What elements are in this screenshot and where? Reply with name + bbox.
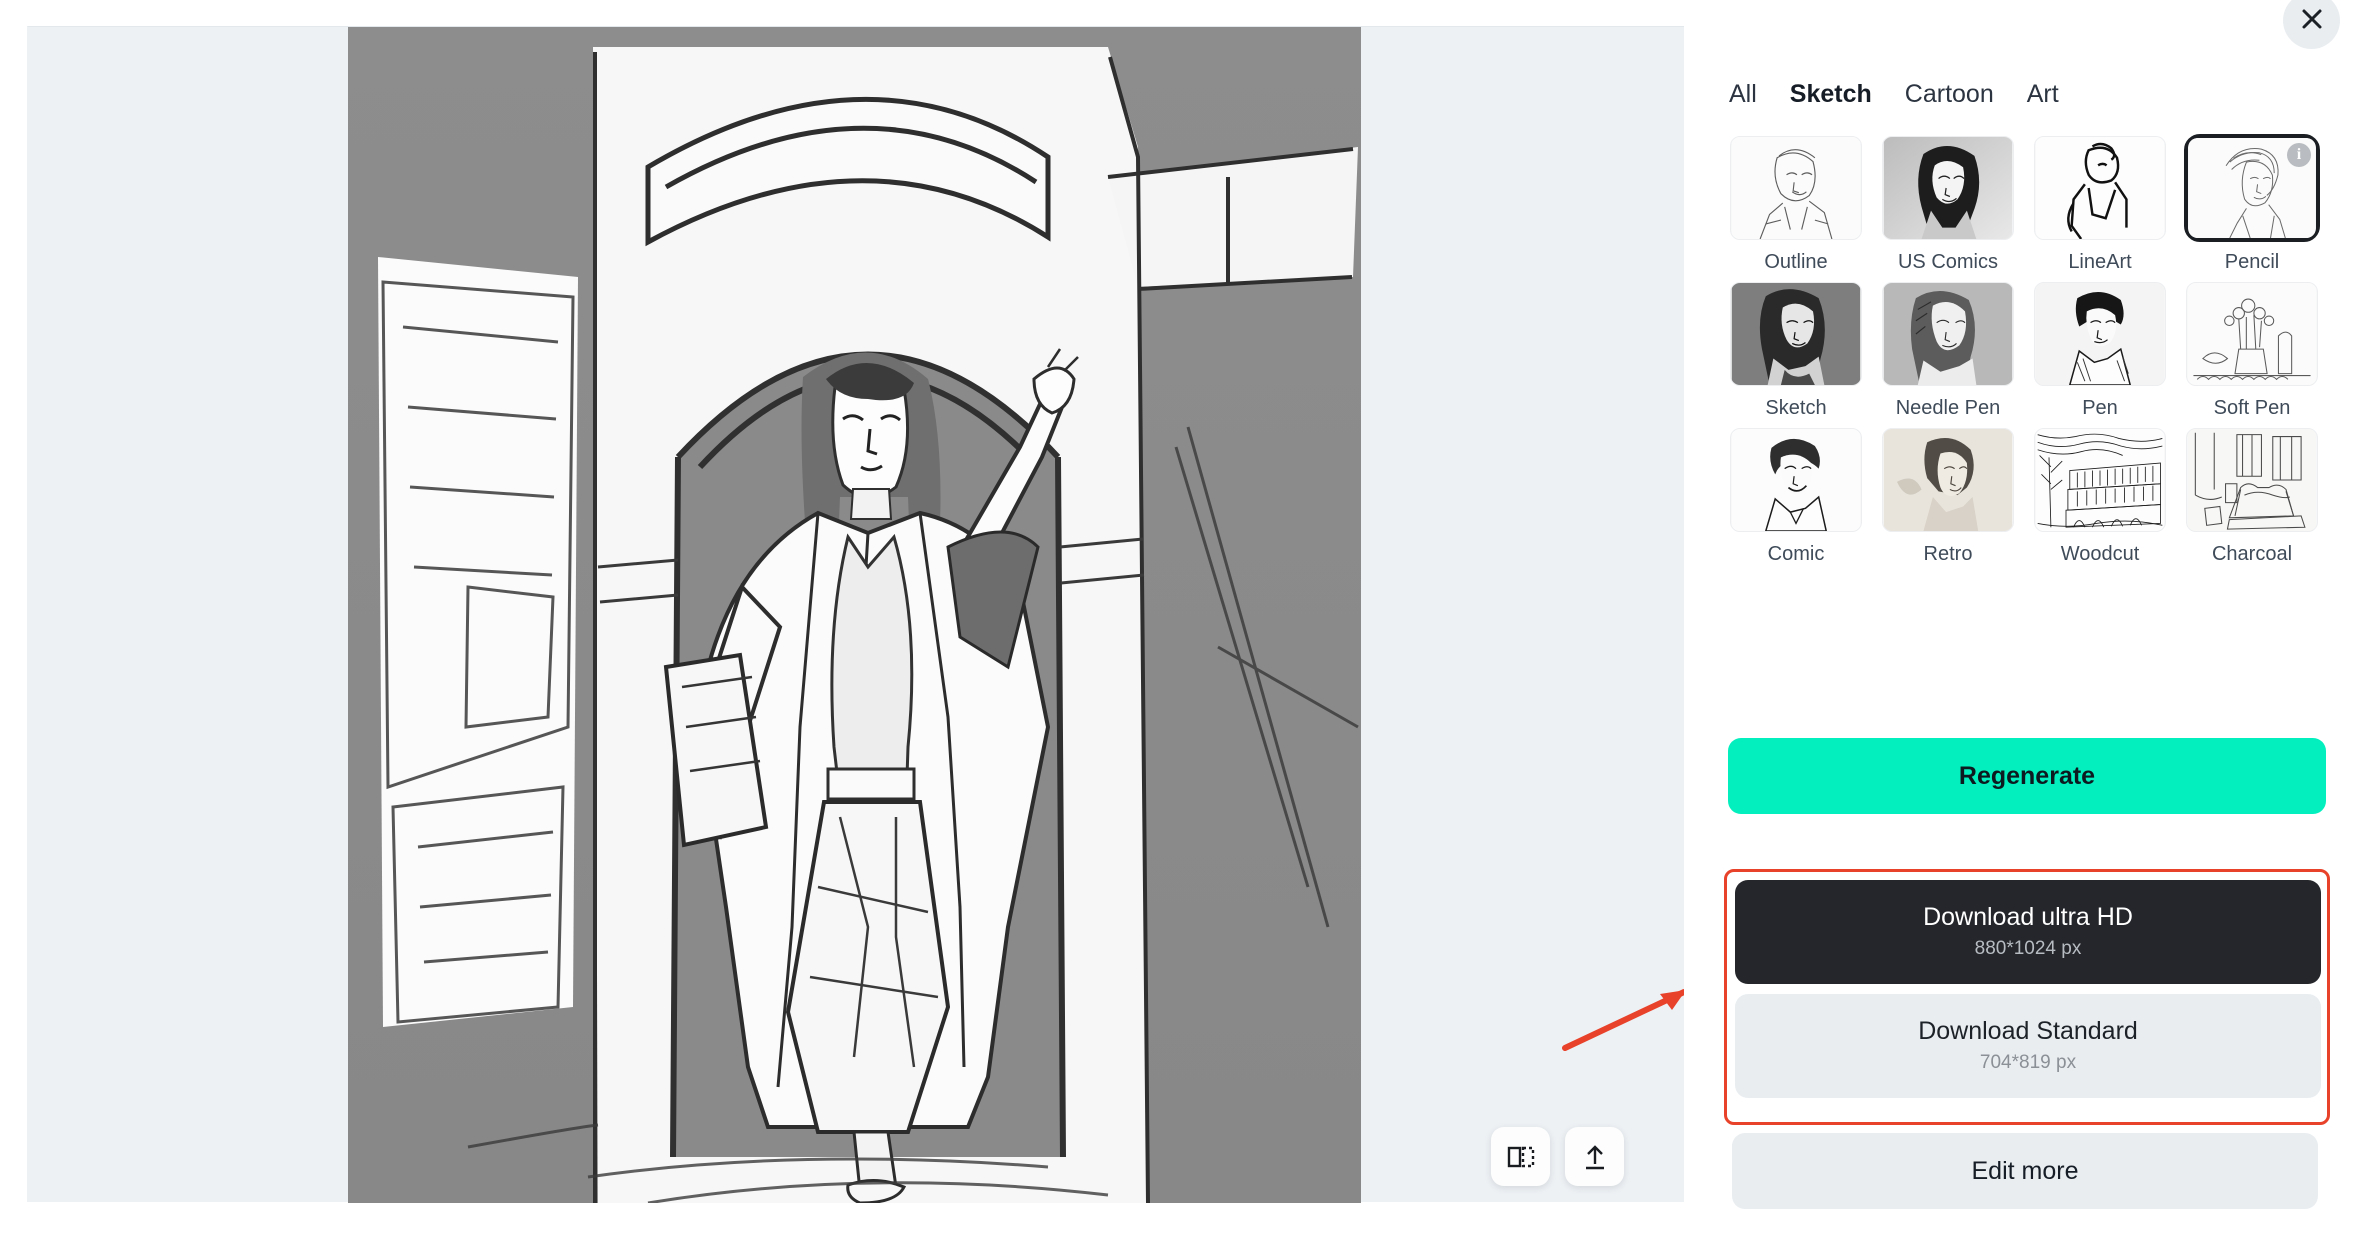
style-thumbnail-image [1882, 136, 2014, 240]
style-thumbnail-image [1730, 428, 1862, 532]
style-option-label: Outline [1764, 251, 1828, 273]
style-thumbnail-wrapper: i [2184, 134, 2320, 242]
style-option-comic[interactable]: Comic [1728, 426, 1864, 566]
style-option-retro[interactable]: Retro [1880, 426, 2016, 566]
style-option-needle-pen[interactable]: Needle Pen [1880, 280, 2016, 420]
style-thumbnail-image [2034, 428, 2166, 532]
compare-icon [1506, 1142, 1536, 1172]
sketch-illustration [348, 27, 1361, 1203]
style-option-label: Pencil [2224, 251, 2280, 273]
style-option-woodcut[interactable]: Woodcut [2032, 426, 2168, 566]
style-option-label: LineArt [2068, 251, 2132, 273]
style-thumbnail-image [2186, 428, 2318, 532]
style-category-tabs: All Sketch Cartoon Art [1729, 80, 2059, 109]
style-option-label: Pen [2082, 397, 2118, 419]
download-options-highlight: Download ultra HD 880*1024 px Download S… [1724, 869, 2330, 1125]
style-option-pencil[interactable]: i Pencil [2184, 134, 2320, 274]
canvas-toolbar [1491, 1127, 1624, 1186]
edit-more-button[interactable]: Edit more [1732, 1133, 2318, 1209]
download-standard-title: Download Standard [1918, 1017, 2138, 1046]
close-button[interactable] [2283, 0, 2340, 49]
style-thumbnail-wrapper [1880, 280, 2016, 388]
style-option-label: Woodcut [2060, 543, 2140, 565]
style-thumbnail-wrapper [1728, 280, 1864, 388]
compare-button[interactable] [1491, 1127, 1550, 1186]
style-thumbnail-image [1882, 282, 2014, 386]
style-thumbnail-image [1882, 428, 2014, 532]
download-ultra-hd-button[interactable]: Download ultra HD 880*1024 px [1735, 880, 2321, 984]
style-option-sketch[interactable]: Sketch [1728, 280, 1864, 420]
style-option-pen[interactable]: Pen [2032, 280, 2168, 420]
style-thumbnail-image [2034, 136, 2166, 240]
regenerate-button[interactable]: Regenerate [1728, 738, 2326, 814]
style-option-lineart[interactable]: LineArt [2032, 134, 2168, 274]
style-thumbnail-image [1730, 136, 1862, 240]
style-thumbnail-wrapper [2032, 134, 2168, 242]
style-thumbnail-wrapper [2032, 426, 2168, 534]
upload-button[interactable] [1565, 1127, 1624, 1186]
style-thumbnail-image [2186, 282, 2318, 386]
style-thumbnail-wrapper [2184, 426, 2320, 534]
style-option-label: Comic [1767, 543, 1825, 565]
style-option-label: Charcoal [2211, 543, 2293, 565]
tab-art[interactable]: Art [2027, 80, 2059, 109]
close-icon [2299, 6, 2325, 35]
download-ultra-hd-title: Download ultra HD [1923, 903, 2133, 932]
style-option-label: Retro [1923, 543, 1973, 565]
download-ultra-hd-size: 880*1024 px [1974, 937, 2082, 959]
download-standard-button[interactable]: Download Standard 704*819 px [1735, 994, 2321, 1098]
style-thumbnail-wrapper [1728, 426, 1864, 534]
style-side-panel: All Sketch Cartoon Art Outline US Comics L… [1684, 0, 2366, 1244]
style-grid: Outline US Comics LineArt i Pencil Sketch Need… [1728, 134, 2328, 566]
info-icon[interactable]: i [2287, 143, 2311, 167]
style-option-label: Soft Pen [2213, 397, 2291, 419]
style-option-label: Sketch [1765, 397, 1827, 419]
style-option-label: US Comics [1897, 251, 1998, 273]
style-option-charcoal[interactable]: Charcoal [2184, 426, 2320, 566]
style-thumbnail-image [1730, 282, 1862, 386]
style-option-soft-pen[interactable]: Soft Pen [2184, 280, 2320, 420]
preview-image [348, 27, 1361, 1203]
style-thumbnail-wrapper [2184, 280, 2320, 388]
tab-all[interactable]: All [1729, 80, 1757, 109]
style-thumbnail-wrapper [1728, 134, 1864, 242]
style-thumbnail-wrapper [2032, 280, 2168, 388]
style-option-us-comics[interactable]: US Comics [1880, 134, 2016, 274]
canvas-panel [27, 26, 1684, 1203]
tab-cartoon[interactable]: Cartoon [1905, 80, 1994, 109]
style-thumbnail-image [2034, 282, 2166, 386]
download-standard-size: 704*819 px [1979, 1051, 2077, 1073]
style-option-outline[interactable]: Outline [1728, 134, 1864, 274]
tab-sketch[interactable]: Sketch [1790, 80, 1872, 109]
upload-icon [1580, 1142, 1610, 1172]
style-thumbnail-wrapper [1880, 426, 2016, 534]
style-option-label: Needle Pen [1895, 397, 2001, 419]
style-thumbnail-wrapper [1880, 134, 2016, 242]
